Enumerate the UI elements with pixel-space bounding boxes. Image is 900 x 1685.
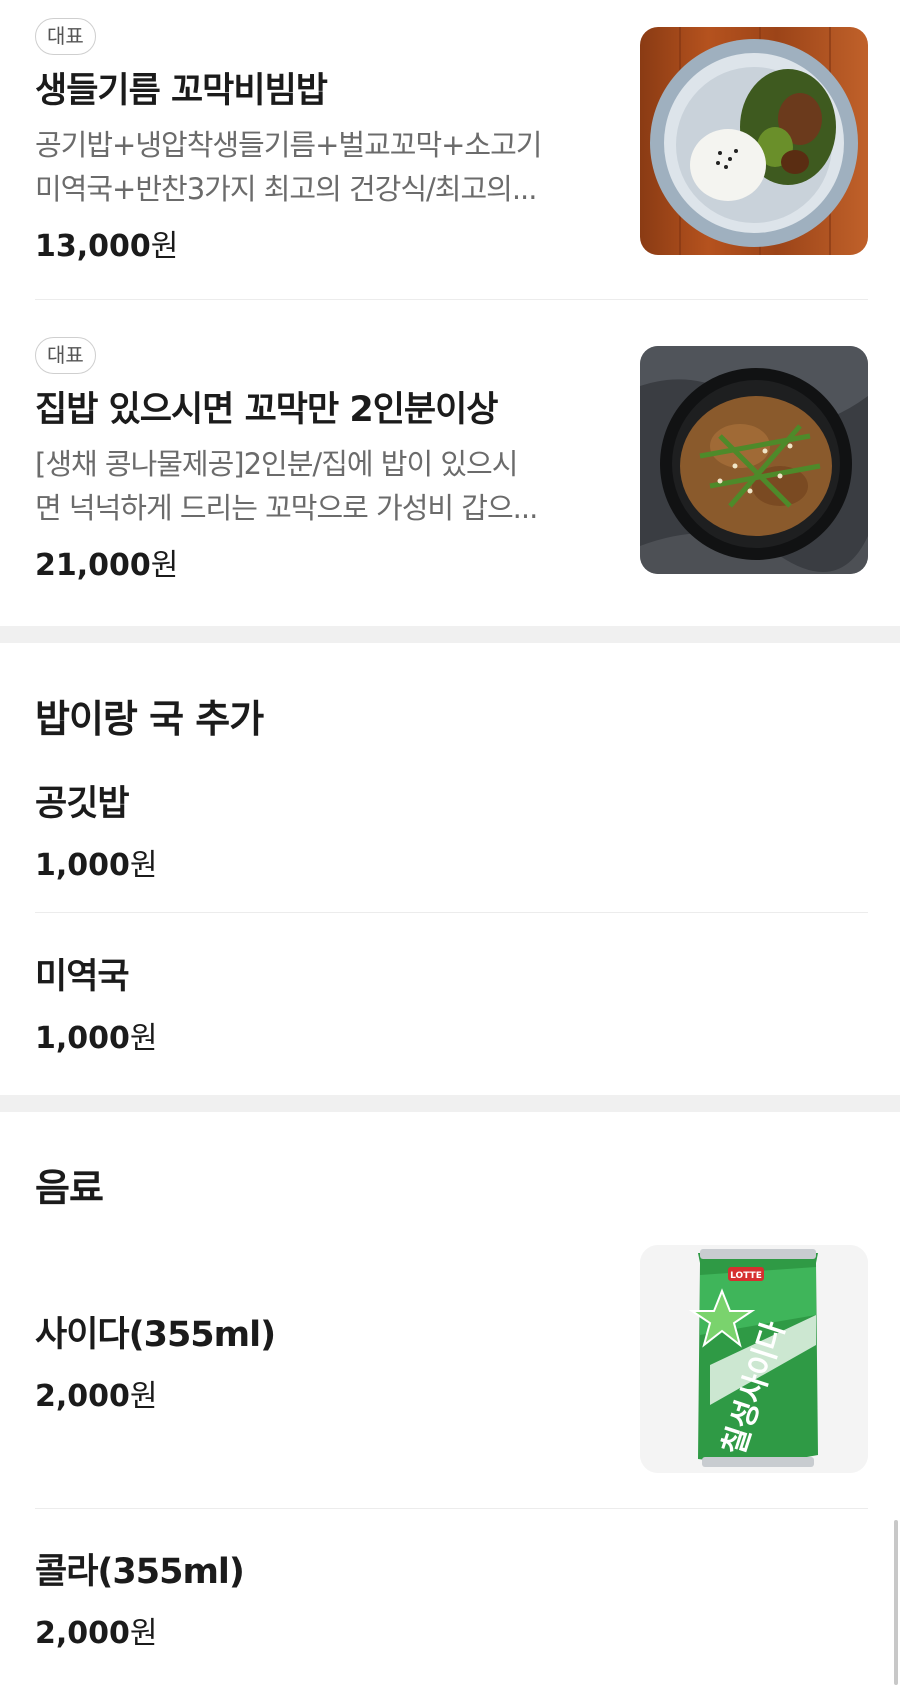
cockles-photo: [640, 346, 868, 574]
cider-can-photo: LOTTE 칠성사이다: [640, 1245, 868, 1473]
item-divider: [35, 912, 868, 913]
featured-badge: 대표: [35, 337, 96, 374]
featured-badge: 대표: [35, 18, 96, 55]
bibimbap-photo: [640, 27, 868, 255]
item-divider: [35, 1508, 868, 1509]
menu-item-price: 1,000원: [35, 848, 158, 883]
menu-item-seaweed-soup[interactable]: 미역국 1,000원: [35, 948, 868, 1057]
menu-item-rice[interactable]: 공깃밥 1,000원: [35, 775, 868, 884]
section-separator: [0, 1095, 900, 1112]
menu-item-name: 미역국: [35, 957, 130, 997]
section-title-drinks: 음료: [35, 1166, 104, 1210]
menu-item-price: 1,000원: [35, 1021, 158, 1056]
menu-item-description: 공기밥+냉압착생들기름+벌교꼬막+소고기 미역국+반찬3가지 최고의 건강식/최…: [35, 128, 542, 206]
section-separator: [0, 626, 900, 643]
menu-item-name: 콜라(355ml): [35, 1552, 245, 1592]
scrollbar-thumb[interactable]: [894, 1520, 898, 1685]
can-brand-text: LOTTE: [730, 1271, 762, 1281]
section-title-rice-soup: 밥이랑 국 추가: [35, 697, 264, 741]
menu-item-description: [생채 콩나물제공]2인분/집에 밥이 있으시 면 넉넉하게 드리는 꼬막으로 …: [35, 447, 538, 525]
menu-item-price: 2,000원: [35, 1616, 158, 1651]
menu-item-cola[interactable]: 콜라(355ml) 2,000원: [35, 1543, 868, 1652]
item-divider: [35, 299, 868, 300]
menu-item-name: 공깃밥: [35, 784, 130, 824]
